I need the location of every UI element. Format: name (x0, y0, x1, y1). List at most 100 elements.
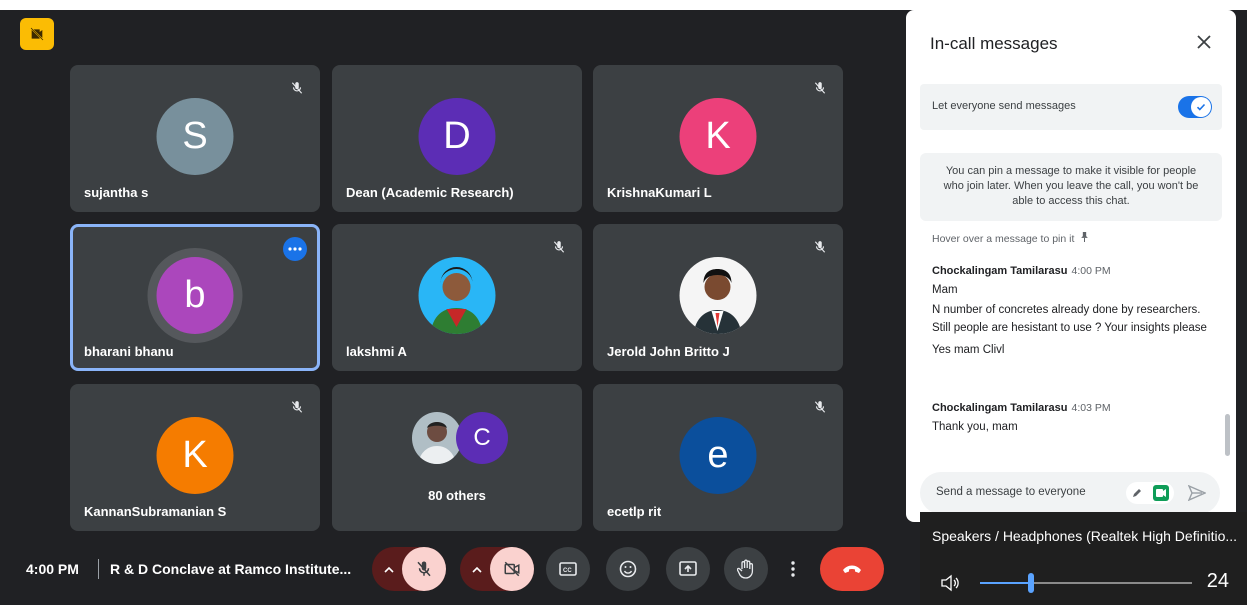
hang-up-icon (843, 565, 861, 573)
message-header: Chockalingam Tamilarasu 4:03 PM (932, 402, 1208, 414)
participant-name: Jerold John Britto J (607, 344, 730, 359)
others-count: 80 others (428, 488, 486, 503)
participant-name: sujantha s (84, 185, 149, 200)
meeting-time: 4:00 PM (26, 561, 79, 577)
microphone-control (372, 547, 446, 591)
participant-name: Dean (Academic Research) (346, 185, 514, 200)
avatar: K (679, 98, 757, 175)
chat-setting-label: Let everyone send messages (932, 100, 1076, 112)
message-header: Chockalingam Tamilarasu 4:00 PM (932, 265, 1208, 277)
others-avatars: C (412, 412, 508, 464)
meet-addon-icon (1152, 485, 1169, 501)
camera-off-icon (504, 561, 520, 577)
avatar: e (679, 417, 757, 494)
message-text: Yes mam Clivl (932, 344, 1005, 356)
message-text: N number of concretes already done by re… (932, 304, 1207, 334)
audio-volume-panel: Speakers / Headphones (Realtek High Defi… (920, 512, 1247, 605)
meeting-title: R & D Conclave at Ramco Institute... (110, 561, 352, 577)
speaker-icon (941, 574, 959, 592)
participant-tile[interactable]: K KrishnaKumari L (593, 65, 843, 212)
muted-mic-icon (809, 236, 831, 258)
participant-photo (412, 412, 462, 464)
participant-name: bharani bhanu (84, 344, 174, 359)
volume-slider-fill (980, 582, 1031, 584)
audio-device-name[interactable]: Speakers / Headphones (Realtek High Defi… (932, 528, 1237, 544)
message-text: Mam (932, 284, 958, 296)
participant-name: ecetlp rit (607, 504, 662, 519)
send-messages-toggle[interactable] (1178, 96, 1212, 118)
meeting-info-badge[interactable] (20, 18, 54, 50)
captions-icon: CC (559, 562, 577, 576)
volume-level: 24 (1206, 570, 1229, 592)
send-button[interactable] (1186, 483, 1208, 503)
muted-mic-icon (809, 77, 831, 99)
participant-tile[interactable]: D Dean (Academic Research) (332, 65, 582, 212)
avatar: b (156, 257, 234, 334)
volume-slider[interactable] (980, 573, 1192, 593)
avatar: C (456, 412, 508, 464)
emoji-icon (619, 560, 637, 578)
participant-photo (679, 257, 757, 334)
participant-tile[interactable]: K KannanSubramanian S (70, 384, 320, 531)
more-vertical-icon (791, 561, 795, 577)
participant-tile-active-speaker[interactable]: b bharani bhanu (70, 224, 320, 371)
message-time: 4:00 PM (1071, 265, 1111, 277)
close-chat-button[interactable] (1192, 30, 1216, 54)
avatar: K (156, 417, 234, 494)
message-time: 4:03 PM (1071, 402, 1111, 414)
pin-hint: Hover over a message to pin it (932, 232, 1089, 245)
avatar: S (156, 98, 234, 175)
chat-scrollbar[interactable] (1225, 414, 1230, 456)
turn-on-camera-button[interactable] (490, 547, 534, 591)
camera-control (460, 547, 534, 591)
participant-photo (418, 257, 496, 334)
pencil-icon (1132, 489, 1141, 497)
captions-button[interactable]: CC (546, 547, 590, 591)
participant-tile[interactable]: lakshmi A (332, 224, 582, 371)
no-video-icon (30, 27, 44, 41)
message-input[interactable]: Send a message to everyone (936, 486, 1086, 498)
audio-settings-button[interactable] (372, 547, 406, 591)
chat-message[interactable]: Chockalingam Tamilarasu 4:00 PM Mam N num… (932, 265, 1208, 359)
more-options-button[interactable] (780, 547, 806, 591)
message-text: Thank you, mam (932, 421, 1018, 433)
muted-mic-icon (548, 236, 570, 258)
present-icon (679, 561, 697, 576)
message-compose[interactable]: Send a message to everyone (920, 472, 1220, 514)
participant-tile[interactable]: Jerold John Britto J (593, 224, 843, 371)
message-author: Chockalingam Tamilarasu (932, 402, 1068, 414)
divider (98, 559, 99, 579)
present-screen-button[interactable] (666, 547, 710, 591)
pin-hint-text: Hover over a message to pin it (932, 233, 1075, 245)
message-author: Chockalingam Tamilarasu (932, 265, 1068, 277)
participant-name: KannanSubramanian S (84, 504, 227, 519)
chevron-up-icon (384, 566, 394, 573)
top-strip (0, 0, 1247, 10)
compose-tools[interactable] (1126, 482, 1174, 504)
muted-mic-icon (286, 396, 308, 418)
muted-mic-icon (809, 396, 831, 418)
avatar: D (418, 98, 496, 175)
participant-tile[interactable]: S sujantha s (70, 65, 320, 212)
reactions-button[interactable] (606, 547, 650, 591)
more-options-button[interactable] (283, 237, 307, 261)
toggle-knob (1191, 97, 1211, 117)
chat-message[interactable]: Chockalingam Tamilarasu 4:03 PM Thank you… (932, 402, 1208, 436)
svg-text:CC: CC (563, 568, 572, 574)
hand-icon (737, 559, 754, 579)
participant-name: lakshmi A (346, 344, 407, 359)
participant-tile[interactable]: e ecetlp rit (593, 384, 843, 531)
close-icon (1197, 35, 1211, 49)
speaker-button[interactable] (940, 574, 960, 592)
raise-hand-button[interactable] (724, 547, 768, 591)
chevron-up-icon (472, 566, 482, 573)
more-horizontal-icon (288, 247, 302, 251)
video-settings-button[interactable] (460, 547, 494, 591)
others-tile[interactable]: C 80 others (332, 384, 582, 531)
unmute-button[interactable] (402, 547, 446, 591)
send-icon (1188, 485, 1206, 501)
muted-mic-icon (286, 77, 308, 99)
leave-call-button[interactable] (820, 547, 884, 591)
chat-setting-row: Let everyone send messages (920, 84, 1222, 130)
volume-slider-thumb[interactable] (1028, 573, 1034, 593)
